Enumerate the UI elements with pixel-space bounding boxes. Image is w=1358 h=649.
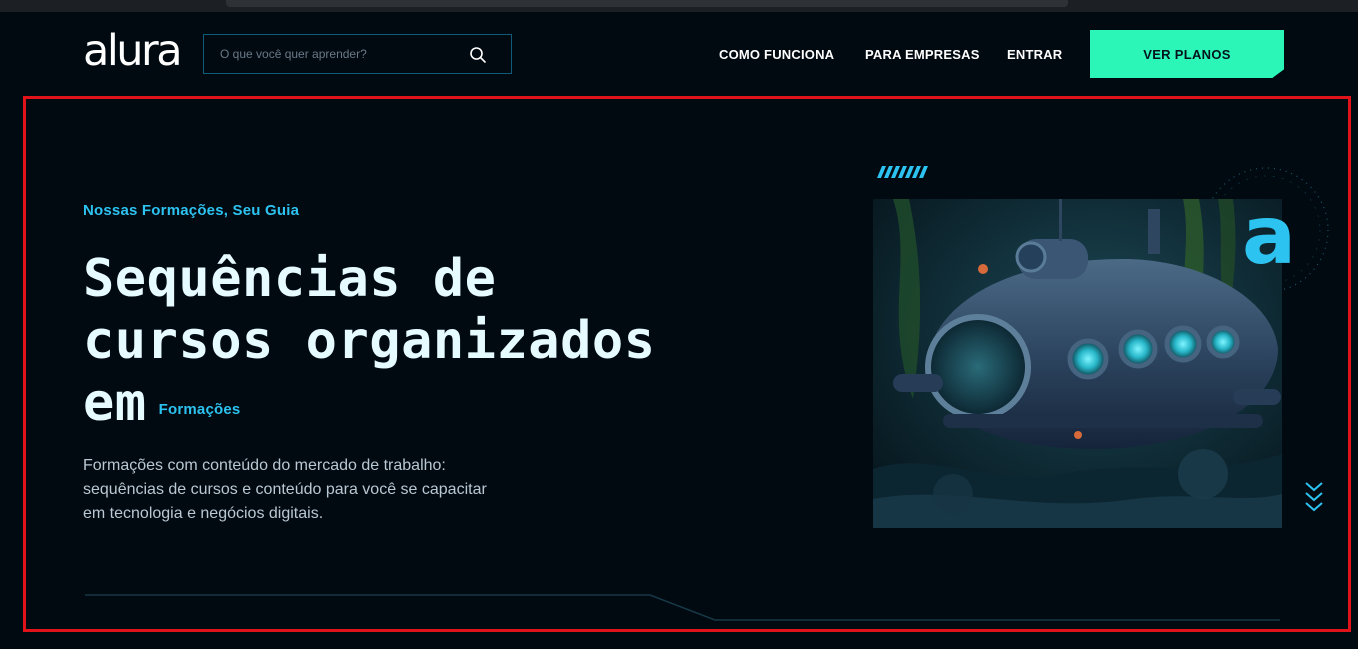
ver-planos-label: VER PLANOS	[1143, 46, 1231, 62]
search-bar[interactable]	[203, 34, 512, 74]
page: alura COMO FUNCIONA PARA EMPRESAS ENTRAR…	[0, 0, 1358, 649]
nav-como-funciona[interactable]: COMO FUNCIONA	[719, 47, 834, 62]
highlight-frame	[23, 96, 1351, 632]
ver-planos-button[interactable]: VER PLANOS	[1090, 30, 1284, 78]
search-input[interactable]	[204, 35, 464, 73]
nav-para-empresas[interactable]: PARA EMPRESAS	[865, 47, 980, 62]
search-icon[interactable]	[469, 46, 487, 64]
browser-top-bar	[0, 0, 1358, 12]
nav-entrar[interactable]: ENTRAR	[1007, 47, 1062, 62]
alura-logo[interactable]: alura	[83, 30, 183, 73]
browser-top-bar-inner	[226, 0, 1068, 7]
